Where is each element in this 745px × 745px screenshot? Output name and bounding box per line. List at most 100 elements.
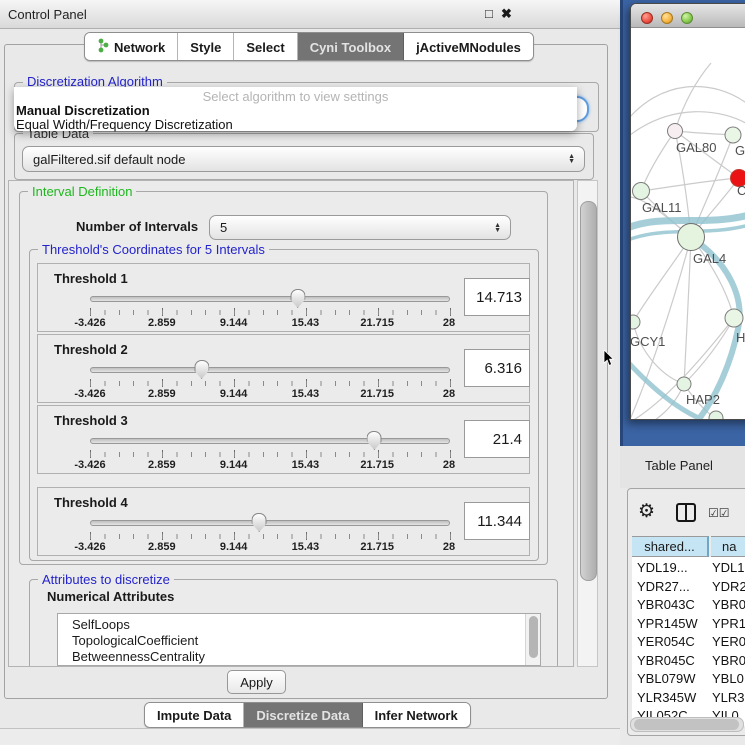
slider-scale: -3.4262.8599.14415.4321.71528: [90, 459, 449, 471]
slider-track[interactable]: [90, 438, 450, 444]
node-gal11[interactable]: [633, 183, 650, 200]
table-row[interactable]: YLR345WYLR3: [632, 689, 745, 708]
node-gal80[interactable]: [668, 124, 683, 139]
tab-discretize-data[interactable]: Discretize Data: [244, 703, 362, 727]
algorithm-option-equal-width[interactable]: Equal Width/Frequency Discretization: [16, 117, 233, 132]
column-header-label: shared...: [644, 539, 695, 554]
threshold-4-slider[interactable]: [90, 513, 450, 533]
threshold-4-panel: Threshold 4 -3.4262.8599.14415.4321.7152…: [37, 487, 530, 556]
node-gcy1[interactable]: [631, 315, 640, 329]
threshold-3-panel: Threshold 3 -3.4262.8599.14415.4321.7152…: [37, 405, 530, 474]
table-row[interactable]: YBL079WYBL0: [632, 670, 745, 689]
interval-definition-title: Interval Definition: [28, 184, 136, 199]
node-label: GAL80: [676, 140, 716, 155]
table-horizontal-scrollbar-thumb[interactable]: [634, 719, 739, 730]
node-h[interactable]: [725, 309, 743, 327]
number-of-intervals-label: Number of Intervals: [76, 219, 198, 234]
threshold-3-label: Threshold 3: [54, 413, 128, 428]
tab-select[interactable]: Select: [234, 33, 297, 60]
table-panel-header: Table Panel: [620, 446, 745, 488]
apply-button[interactable]: Apply: [227, 670, 286, 694]
control-panel-tabs: Network Style Select Cyni Toolbox jActiv…: [84, 32, 534, 61]
tab-network-label: Network: [114, 40, 165, 55]
attributes-group-title: Attributes to discretize: [38, 572, 174, 587]
node-partial-top-right[interactable]: [725, 127, 741, 143]
list-item[interactable]: SelfLoops: [58, 614, 540, 633]
slider-handle[interactable]: [252, 513, 267, 532]
float-window-icon[interactable]: □: [485, 6, 493, 21]
cyni-bottom-tabs: Impute Data Discretize Data Infer Networ…: [144, 702, 471, 728]
table-horizontal-scrollbar[interactable]: [630, 717, 744, 732]
algorithm-dropdown-popup: Select algorithm to view settings Manual…: [14, 87, 577, 131]
slider-handle[interactable]: [367, 431, 382, 450]
threshold-1-slider[interactable]: [90, 289, 450, 309]
node-label: GA: [735, 143, 745, 158]
table-data-value: galFiltered.sif default node: [33, 152, 185, 167]
tab-impute-label: Impute Data: [157, 708, 231, 723]
close-traffic-light[interactable]: [641, 12, 653, 24]
network-canvas[interactable]: GAL80 GA C GAL11 GAL4 GCY1 H HAP2: [631, 27, 745, 419]
network-icon: [97, 38, 109, 56]
table-row[interactable]: YBR045CYBR0: [632, 652, 745, 671]
threshold-4-value-field[interactable]: 11.344: [464, 502, 530, 540]
number-of-intervals-combobox[interactable]: 5 ▲▼: [209, 215, 511, 240]
list-item[interactable]: BetweennessCentrality: [58, 649, 540, 665]
tab-jactive-label: jActiveMNodules: [416, 40, 521, 55]
tab-discretize-label: Discretize Data: [256, 708, 349, 723]
slider-track[interactable]: [90, 296, 450, 302]
node-gal4[interactable]: [678, 224, 705, 251]
threshold-1-value-field[interactable]: 14.713: [464, 278, 530, 316]
tab-style-label: Style: [190, 40, 221, 55]
screen: Control Panel □ ✖ Network Style Select C…: [0, 0, 745, 745]
select-columns-icon[interactable]: ☑☑: [708, 506, 730, 520]
table-row[interactable]: YDL19...YDL1: [632, 559, 745, 578]
slider-handle[interactable]: [194, 360, 209, 379]
tab-cyni-toolbox[interactable]: Cyni Toolbox: [298, 33, 404, 60]
settings-scrollbar[interactable]: [577, 180, 598, 667]
threshold-3-slider[interactable]: [90, 431, 450, 451]
node-hap2[interactable]: [677, 377, 691, 391]
tab-jactivemnodules[interactable]: jActiveMNodules: [404, 33, 533, 60]
tab-network[interactable]: Network: [85, 33, 178, 60]
slider-scale: -3.4262.8599.14415.4321.71528: [90, 541, 449, 553]
tab-impute-data[interactable]: Impute Data: [145, 703, 244, 727]
gear-icon[interactable]: ⚙: [638, 502, 655, 521]
combo-arrows-icon: ▲▼: [494, 223, 501, 233]
tab-style[interactable]: Style: [178, 33, 234, 60]
numerical-attributes-list: SelfLoops TopologicalCoefficient Between…: [57, 613, 541, 666]
network-window-titlebar[interactable]: [631, 4, 745, 28]
slider-track[interactable]: [90, 367, 450, 373]
slider-track[interactable]: [90, 520, 450, 526]
slider-minor-ticks: [90, 310, 451, 315]
table-data-combobox[interactable]: galFiltered.sif default node ▲▼: [22, 146, 585, 172]
combo-arrows-icon: ▲▼: [568, 154, 575, 164]
threshold-2-slider[interactable]: [90, 360, 450, 380]
list-scrollbar[interactable]: [525, 614, 540, 665]
node-partial-bottom[interactable]: [709, 411, 723, 419]
list-item[interactable]: TopologicalCoefficient: [58, 633, 540, 649]
numerical-attributes-label: Numerical Attributes: [47, 589, 174, 604]
node-label: HAP2: [686, 392, 720, 407]
column-header-shared-name[interactable]: shared...: [632, 536, 709, 557]
list-scrollbar-thumb[interactable]: [529, 616, 538, 658]
algorithm-option-manual[interactable]: Manual Discretization: [16, 103, 150, 118]
threshold-2-value-field[interactable]: 6.316: [464, 349, 530, 387]
table-row[interactable]: YER054CYER0: [632, 633, 745, 652]
zoom-traffic-light[interactable]: [681, 12, 693, 24]
settings-scrollbar-thumb[interactable]: [580, 201, 597, 581]
threshold-3-value-field[interactable]: 21.4: [464, 420, 530, 458]
tab-infer-network[interactable]: Infer Network: [363, 703, 470, 727]
table-row[interactable]: YBR043CYBR0: [632, 596, 745, 615]
tab-infer-label: Infer Network: [375, 708, 458, 723]
split-column-icon[interactable]: [676, 503, 696, 522]
algorithm-placeholder-option[interactable]: Select algorithm to view settings: [14, 89, 577, 104]
slider-handle[interactable]: [290, 289, 305, 308]
control-panel-titlebar: Control Panel □ ✖: [0, 0, 620, 29]
tab-select-label: Select: [246, 40, 284, 55]
table-row[interactable]: YDR27...YDR2: [632, 578, 745, 597]
column-header-name[interactable]: na: [711, 536, 745, 557]
minimize-traffic-light[interactable]: [661, 12, 673, 24]
close-icon[interactable]: ✖: [501, 6, 512, 21]
table-panel-title: Table Panel: [645, 458, 713, 473]
table-row[interactable]: YPR145WYPR1: [632, 615, 745, 634]
